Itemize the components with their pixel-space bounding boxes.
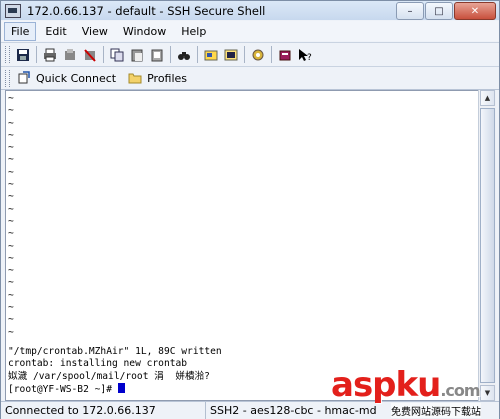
toolbar-separator [197,46,198,63]
help-icon[interactable]: ? [297,47,313,63]
quick-connect-bar: Quick Connect Profiles [1,66,499,90]
tilde-line: ~ [8,203,14,215]
watermark-brand: aspku [331,365,441,405]
scrollbar-thumb[interactable] [480,108,495,383]
watermark-logo: aspku.com [331,365,481,405]
tilde-line: ~ [8,129,14,141]
toolbar-grip[interactable] [5,46,10,63]
menu-view[interactable]: View [76,23,114,40]
window-controls: – □ ✕ [395,2,496,20]
ssh-window: 172.0.66.137 - default - SSH Secure Shel… [0,0,500,419]
minimize-button[interactable]: – [396,2,424,20]
terminal-line: "/tmp/crontab.MZhAir" 1L, 89C written [8,346,222,357]
key-icon[interactable] [277,47,293,63]
tilde-line: ~ [8,265,14,277]
tilde-line: ~ [8,191,14,203]
profiles-button[interactable]: Profiles [124,71,191,86]
menu-file[interactable]: File [4,21,37,41]
copy-paste-icon[interactable] [149,47,165,63]
close-button[interactable]: ✕ [454,2,496,20]
watermark-subtitle: 免费网站源码下载站 [391,403,481,418]
terminal-area[interactable]: ~ ~ ~ ~ ~ ~ ~ ~ ~ ~ ~ ~ ~ ~ ~ ~ ~ ~ ~ ~ "/tmp/crontab.MZhAi… [5,90,479,401]
vertical-scrollbar[interactable]: ▲ ▼ [478,90,496,401]
quick-connect-button[interactable]: Quick Connect [13,70,120,86]
tilde-line: ~ [8,240,14,252]
shell-prompt: [root@YF-WS-B2 ~]# [8,383,118,395]
tilde-line: ~ [8,166,14,178]
settings-icon[interactable] [203,47,219,63]
menu-edit[interactable]: Edit [39,23,72,40]
tilde-line: ~ [8,142,14,154]
title-bar[interactable]: 172.0.66.137 - default - SSH Secure Shel… [1,1,499,20]
print-icon[interactable] [42,47,58,63]
toolbar-separator [244,46,245,63]
profiles-label: Profiles [147,71,188,85]
menu-help[interactable]: Help [175,23,212,40]
tilde-lines: ~ ~ ~ ~ ~ ~ ~ ~ ~ ~ ~ ~ ~ ~ ~ ~ ~ ~ ~ ~ [8,93,14,339]
terminal-settings-icon[interactable] [223,47,239,63]
toolbar-separator [271,46,272,63]
connection-status: Connected to 172.0.66.137 [1,402,206,419]
text-cursor [117,382,125,393]
watermark-suffix: .com [440,381,480,400]
copy-icon[interactable] [109,47,125,63]
ssh-app-icon [5,3,21,18]
terminal-output: "/tmp/crontab.MZhAir" 1L, 89C written cr… [8,346,222,395]
gear-icon[interactable] [250,47,266,63]
tilde-line: ~ [8,326,14,338]
terminal-line: 姒濊 /var/spool/mail/root 涓 姘樻湁? [8,370,210,382]
toolbar-separator [170,46,171,63]
svg-text:?: ? [307,53,312,62]
tilde-line: ~ [8,289,14,301]
tilde-line: ~ [8,215,14,227]
window-title: 172.0.66.137 - default - SSH Secure Shel… [27,3,266,18]
tilde-line: ~ [8,252,14,264]
terminal-line: crontab: installing new crontab [8,358,188,370]
tilde-line: ~ [8,154,14,166]
tilde-line: ~ [8,93,14,104]
toolbar-separator [36,46,37,63]
maximize-button[interactable]: □ [425,2,453,20]
prompt-line: [root@YF-WS-B2 ~]# [8,382,222,395]
folder-icon [128,73,142,84]
paste-icon[interactable] [129,47,145,63]
scroll-down-arrow-icon[interactable]: ▼ [480,385,495,401]
tilde-line: ~ [8,277,14,289]
tilde-line: ~ [8,105,14,117]
tilde-line: ~ [8,314,14,326]
tilde-line: ~ [8,302,14,314]
tilde-line: ~ [8,117,14,129]
menu-bar: File Edit View Window Help [1,21,499,41]
quick-connect-icon [18,71,30,84]
menu-window[interactable]: Window [117,23,172,40]
find-icon[interactable] [176,47,192,63]
sftp-icon[interactable] [62,47,78,63]
disconnect-icon[interactable] [82,47,98,63]
tilde-line: ~ [8,228,14,240]
scroll-up-arrow-icon[interactable]: ▲ [480,90,495,106]
quick-connect-label: Quick Connect [36,71,117,85]
toolbar-grip[interactable] [5,69,10,87]
tilde-line: ~ [8,179,14,191]
toolbar-separator [103,46,104,63]
save-icon[interactable] [15,47,31,63]
toolbar: ? [1,42,499,66]
